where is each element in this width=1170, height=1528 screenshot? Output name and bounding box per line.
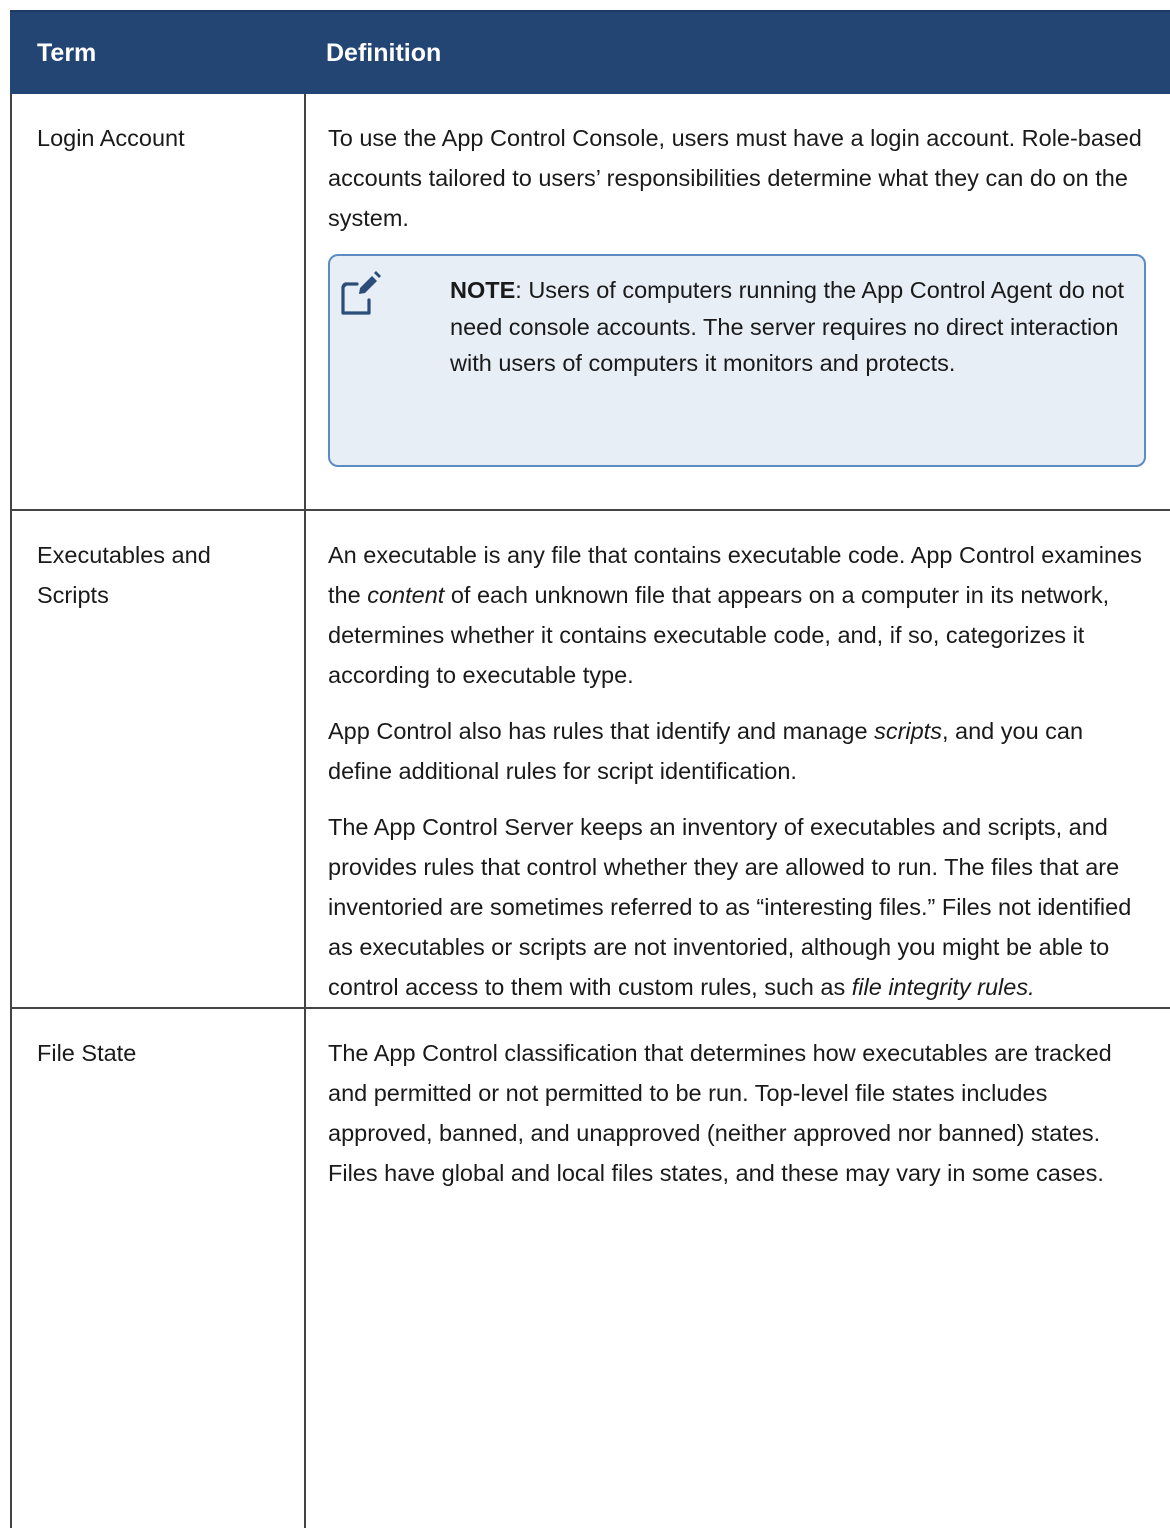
definition-paragraph: An executable is any file that contains … bbox=[328, 535, 1151, 695]
note-label: NOTE bbox=[450, 277, 516, 303]
table-row-login-account: Login Account To use the App Control Con… bbox=[10, 94, 1170, 511]
term-cell: Executables and Scripts bbox=[10, 510, 306, 1009]
note-pencil-icon bbox=[341, 271, 381, 315]
table-header: Term Definition bbox=[10, 10, 1170, 94]
table-row-file-state: File State The App Control classificatio… bbox=[10, 1008, 1170, 1528]
note-body: : Users of computers running the App Con… bbox=[450, 277, 1125, 376]
column-header-definition: Definition bbox=[304, 10, 1170, 94]
term-cell: Login Account bbox=[10, 94, 306, 511]
header-row: Term Definition bbox=[10, 10, 1170, 94]
table-body: Login Account To use the App Control Con… bbox=[10, 94, 1170, 1528]
text-run: The App Control Server keeps an inventor… bbox=[328, 814, 1132, 1000]
definition-paragraph: To use the App Control Console, users mu… bbox=[328, 125, 1142, 231]
text-run: App Control also has rules that identify… bbox=[328, 718, 875, 744]
note-text: NOTE: Users of computers running the App… bbox=[450, 272, 1140, 382]
definition-cell: An executable is any file that contains … bbox=[305, 510, 1170, 1009]
note-callout: NOTE: Users of computers running the App… bbox=[328, 254, 1146, 467]
italic-text: file integrity rules. bbox=[851, 974, 1035, 1000]
terms-table: Term Definition Login Account To use the… bbox=[10, 10, 1170, 1528]
text-run: of each unknown file that appears on a c… bbox=[328, 582, 1110, 688]
definition-cell: The App Control classification that dete… bbox=[305, 1008, 1170, 1528]
definition-paragraph: The App Control classification that dete… bbox=[328, 1040, 1112, 1186]
definition-paragraph: App Control also has rules that identify… bbox=[328, 711, 1151, 791]
definition-paragraph: The App Control Server keeps an inventor… bbox=[328, 807, 1151, 1007]
table-row-executables-and-scripts: Executables and Scripts An executable is… bbox=[10, 510, 1170, 1009]
term-cell: File State bbox=[10, 1008, 306, 1528]
definition-cell: To use the App Control Console, users mu… bbox=[305, 94, 1170, 511]
italic-text: content bbox=[367, 582, 445, 608]
page: Term Definition Login Account To use the… bbox=[0, 0, 1170, 1528]
italic-text: scripts bbox=[874, 718, 942, 744]
column-header-term: Term bbox=[10, 10, 305, 94]
